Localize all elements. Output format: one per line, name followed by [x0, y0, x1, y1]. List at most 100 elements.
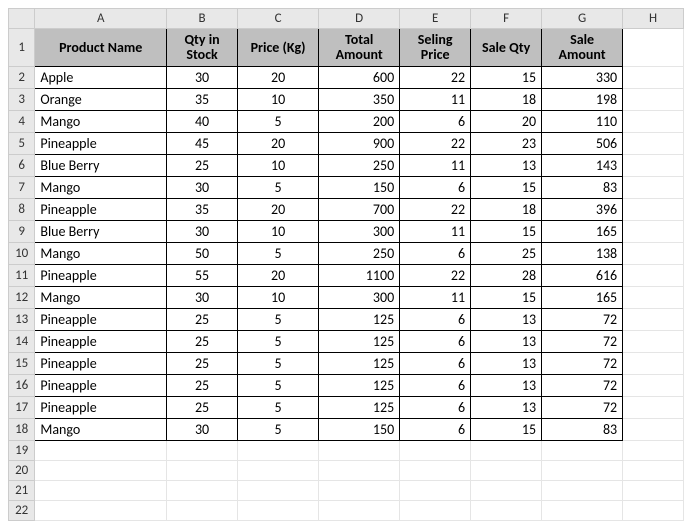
cell-price[interactable]: 5: [238, 242, 319, 264]
spreadsheet-grid[interactable]: A B C D E F G H 1 Product Name Qty in St…: [8, 8, 684, 521]
empty-cell[interactable]: [623, 176, 684, 198]
row-header[interactable]: 2: [9, 66, 35, 88]
header-selling-price[interactable]: Seling Price: [400, 29, 471, 67]
col-header-B[interactable]: B: [167, 9, 238, 29]
cell-product-name[interactable]: Apple: [35, 66, 167, 88]
col-header-C[interactable]: C: [238, 9, 319, 29]
cell-sale-qty[interactable]: 15: [471, 66, 542, 88]
cell-sale-qty[interactable]: 18: [471, 88, 542, 110]
cell-selling-price[interactable]: 6: [400, 176, 471, 198]
row-header[interactable]: 12: [9, 286, 35, 308]
empty-cell[interactable]: [623, 110, 684, 132]
header-qty-stock[interactable]: Qty in Stock: [167, 29, 238, 67]
cell-total-amount[interactable]: 300: [319, 220, 400, 242]
cell-price[interactable]: 5: [238, 110, 319, 132]
cell-selling-price[interactable]: 22: [400, 132, 471, 154]
header-product-name[interactable]: Product Name: [35, 29, 167, 67]
row-header[interactable]: 5: [9, 132, 35, 154]
empty-cell[interactable]: [238, 480, 319, 500]
empty-cell[interactable]: [400, 440, 471, 460]
row-header[interactable]: 17: [9, 396, 35, 418]
empty-cell[interactable]: [167, 460, 238, 480]
cell-sale-amount[interactable]: 110: [542, 110, 623, 132]
col-header-G[interactable]: G: [542, 9, 623, 29]
cell-sale-qty[interactable]: 18: [471, 198, 542, 220]
cell-qty-stock[interactable]: 30: [167, 220, 238, 242]
empty-cell[interactable]: [623, 460, 684, 480]
col-header-D[interactable]: D: [319, 9, 400, 29]
cell-product-name[interactable]: Pineapple: [35, 264, 167, 286]
empty-cell[interactable]: [542, 480, 623, 500]
empty-cell[interactable]: [35, 500, 167, 520]
row-header[interactable]: 3: [9, 88, 35, 110]
empty-cell[interactable]: [400, 500, 471, 520]
cell-sale-qty[interactable]: 15: [471, 418, 542, 440]
cell-price[interactable]: 5: [238, 308, 319, 330]
cell-total-amount[interactable]: 125: [319, 308, 400, 330]
cell-selling-price[interactable]: 11: [400, 286, 471, 308]
cell-sale-qty[interactable]: 13: [471, 154, 542, 176]
cell-total-amount[interactable]: 200: [319, 110, 400, 132]
cell-selling-price[interactable]: 6: [400, 330, 471, 352]
cell-product-name[interactable]: Mango: [35, 110, 167, 132]
col-header-H[interactable]: H: [623, 9, 684, 29]
cell-qty-stock[interactable]: 40: [167, 110, 238, 132]
cell-price[interactable]: 20: [238, 264, 319, 286]
cell-total-amount[interactable]: 700: [319, 198, 400, 220]
cell-product-name[interactable]: Pineapple: [35, 330, 167, 352]
cell-product-name[interactable]: Orange: [35, 88, 167, 110]
cell-price[interactable]: 5: [238, 352, 319, 374]
cell-qty-stock[interactable]: 25: [167, 330, 238, 352]
empty-cell[interactable]: [35, 460, 167, 480]
row-header[interactable]: 22: [9, 500, 35, 520]
cell-qty-stock[interactable]: 25: [167, 396, 238, 418]
col-header-A[interactable]: A: [35, 9, 167, 29]
cell-sale-qty[interactable]: 13: [471, 396, 542, 418]
cell-sale-qty[interactable]: 13: [471, 374, 542, 396]
row-header[interactable]: 9: [9, 220, 35, 242]
cell-qty-stock[interactable]: 55: [167, 264, 238, 286]
cell-sale-qty[interactable]: 20: [471, 110, 542, 132]
empty-cell[interactable]: [471, 440, 542, 460]
row-header[interactable]: 10: [9, 242, 35, 264]
cell-qty-stock[interactable]: 45: [167, 132, 238, 154]
cell-sale-qty[interactable]: 15: [471, 286, 542, 308]
empty-cell[interactable]: [623, 396, 684, 418]
cell-sale-amount[interactable]: 138: [542, 242, 623, 264]
row-header[interactable]: 14: [9, 330, 35, 352]
header-sale-qty[interactable]: Sale Qty: [471, 29, 542, 67]
cell-sale-amount[interactable]: 198: [542, 88, 623, 110]
row-header[interactable]: 13: [9, 308, 35, 330]
cell-price[interactable]: 20: [238, 66, 319, 88]
empty-header-H[interactable]: [623, 29, 684, 67]
empty-cell[interactable]: [623, 480, 684, 500]
empty-cell[interactable]: [319, 460, 400, 480]
empty-cell[interactable]: [623, 154, 684, 176]
row-header[interactable]: 20: [9, 460, 35, 480]
cell-price[interactable]: 5: [238, 418, 319, 440]
cell-qty-stock[interactable]: 35: [167, 88, 238, 110]
cell-sale-qty[interactable]: 15: [471, 220, 542, 242]
empty-cell[interactable]: [35, 480, 167, 500]
cell-selling-price[interactable]: 22: [400, 66, 471, 88]
empty-cell[interactable]: [238, 460, 319, 480]
cell-selling-price[interactable]: 22: [400, 264, 471, 286]
header-price[interactable]: Price (Kg): [238, 29, 319, 67]
empty-cell[interactable]: [623, 132, 684, 154]
empty-cell[interactable]: [400, 480, 471, 500]
empty-cell[interactable]: [623, 88, 684, 110]
cell-qty-stock[interactable]: 25: [167, 374, 238, 396]
cell-product-name[interactable]: Pineapple: [35, 308, 167, 330]
row-header[interactable]: 18: [9, 418, 35, 440]
empty-cell[interactable]: [319, 440, 400, 460]
cell-qty-stock[interactable]: 50: [167, 242, 238, 264]
empty-cell[interactable]: [400, 460, 471, 480]
cell-product-name[interactable]: Blue Berry: [35, 220, 167, 242]
empty-cell[interactable]: [542, 500, 623, 520]
cell-total-amount[interactable]: 900: [319, 132, 400, 154]
cell-product-name[interactable]: Mango: [35, 176, 167, 198]
empty-cell[interactable]: [319, 480, 400, 500]
row-header[interactable]: 19: [9, 440, 35, 460]
empty-cell[interactable]: [471, 500, 542, 520]
cell-qty-stock[interactable]: 30: [167, 176, 238, 198]
